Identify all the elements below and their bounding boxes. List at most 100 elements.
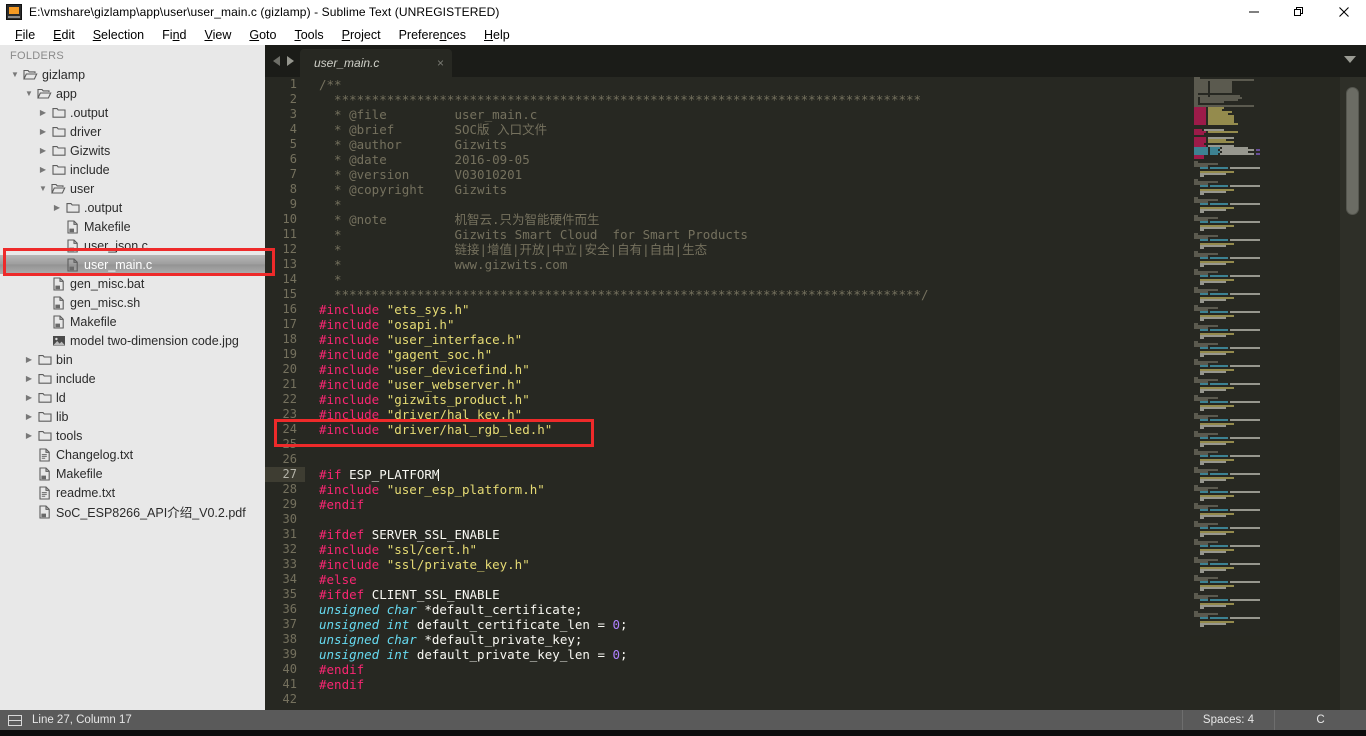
twisty-closed-icon[interactable]: ▶ bbox=[36, 127, 50, 136]
sidebar-item-ld[interactable]: ▶ld bbox=[0, 388, 265, 407]
sidebar-item-gen_misc.bat[interactable]: gen_misc.bat bbox=[0, 274, 265, 293]
tab-label: user_main.c bbox=[314, 56, 379, 70]
sidebar-item-include[interactable]: ▶ include bbox=[0, 160, 265, 179]
menu-item-goto[interactable]: Goto bbox=[240, 27, 285, 43]
minimap[interactable] bbox=[1190, 77, 1340, 710]
twisty-open-icon[interactable]: ▼ bbox=[22, 89, 36, 98]
menu-item-selection[interactable]: Selection bbox=[84, 27, 153, 43]
sidebar-item-SoC_ESP8266_API介绍_V0.2.pdf[interactable]: SoC_ESP8266_API介绍_V0.2.pdf bbox=[0, 502, 265, 521]
menu-item-view[interactable]: View bbox=[195, 27, 240, 43]
sidebar-item-Makefile[interactable]: Makefile bbox=[0, 312, 265, 331]
indent-setting[interactable]: Spaces: 4 bbox=[1182, 710, 1274, 730]
sidebar-item-readme.txt[interactable]: readme.txt bbox=[0, 483, 265, 502]
line-source: #include "user_devicefind.h" bbox=[305, 362, 530, 377]
menu-item-project[interactable]: Project bbox=[333, 27, 390, 43]
sidebar-item-user_json.c[interactable]: user_json.c bbox=[0, 236, 265, 255]
file-text-icon bbox=[36, 486, 53, 500]
twisty-closed-icon[interactable]: ▶ bbox=[22, 412, 36, 421]
token: unsigned int bbox=[319, 617, 417, 632]
tree-item-label: model two-dimension code.jpg bbox=[67, 334, 239, 348]
tree-item-label: include bbox=[67, 163, 110, 177]
line-source: #include "ssl/cert.h" bbox=[305, 542, 477, 557]
twisty-closed-icon[interactable]: ▶ bbox=[22, 355, 36, 364]
twisty-closed-icon[interactable]: ▶ bbox=[22, 374, 36, 383]
line-source: * bbox=[305, 197, 342, 212]
line-source: unsigned int default_certificate_len = 0… bbox=[305, 617, 628, 632]
line-number: 1 bbox=[265, 77, 305, 92]
token: #include bbox=[319, 377, 387, 392]
twisty-open-icon[interactable]: ▼ bbox=[8, 70, 22, 79]
line-number: 42 bbox=[265, 692, 305, 707]
sidebar-item-Gizwits[interactable]: ▶Gizwits bbox=[0, 141, 265, 160]
sidebar-item-gizlamp[interactable]: ▼gizlamp bbox=[0, 65, 265, 84]
line-source: * Gizwits Smart Cloud for Smart Products bbox=[305, 227, 748, 242]
line-number: 17 bbox=[265, 317, 305, 332]
token: #endif bbox=[319, 662, 364, 677]
line-number: 9 bbox=[265, 197, 305, 212]
sidebar-item-user_main.c[interactable]: user_main.c bbox=[0, 255, 265, 274]
sidebar-item-gen_misc.sh[interactable]: gen_misc.sh bbox=[0, 293, 265, 312]
sidebar-item-tools[interactable]: ▶ tools bbox=[0, 426, 265, 445]
line-number: 30 bbox=[265, 512, 305, 527]
sidebar-item-lib[interactable]: ▶lib bbox=[0, 407, 265, 426]
twisty-closed-icon[interactable]: ▶ bbox=[22, 393, 36, 402]
sidebar-item-include[interactable]: ▶ include bbox=[0, 369, 265, 388]
window-controls bbox=[1231, 0, 1366, 24]
sidebar-item-Changelog.txt[interactable]: Changelog.txt bbox=[0, 445, 265, 464]
twisty-closed-icon[interactable]: ▶ bbox=[50, 203, 64, 212]
sidebar-item-Makefile[interactable]: Makefile bbox=[0, 464, 265, 483]
syntax-setting[interactable]: C bbox=[1274, 710, 1366, 730]
line-source bbox=[305, 452, 319, 467]
folder-icon bbox=[50, 163, 67, 176]
sidebar-item-model-two-dimension-code.jpg[interactable]: model two-dimension code.jpg bbox=[0, 331, 265, 350]
sidebar-item-.output[interactable]: ▶.output bbox=[0, 198, 265, 217]
twisty-closed-icon[interactable]: ▶ bbox=[22, 431, 36, 440]
panel-layout-icon[interactable] bbox=[8, 715, 22, 726]
folder-icon bbox=[50, 106, 67, 119]
sidebar-item-app[interactable]: ▼app bbox=[0, 84, 265, 103]
folder-icon bbox=[64, 201, 81, 214]
close-button[interactable] bbox=[1321, 0, 1366, 24]
menu-item-file[interactable]: File bbox=[6, 27, 44, 43]
chevron-down-icon[interactable] bbox=[1344, 56, 1356, 63]
sidebar-item-Makefile[interactable]: Makefile bbox=[0, 217, 265, 236]
vertical-scrollbar[interactable] bbox=[1340, 77, 1366, 710]
tab-user_main-c[interactable]: user_main.c × bbox=[300, 49, 452, 77]
line-source: ****************************************… bbox=[305, 287, 929, 302]
twisty-open-icon[interactable]: ▼ bbox=[36, 184, 50, 193]
sidebar-item-user[interactable]: ▼user bbox=[0, 179, 265, 198]
close-icon[interactable]: × bbox=[413, 57, 444, 69]
line-number: 40 bbox=[265, 662, 305, 677]
minimize-button[interactable] bbox=[1231, 0, 1276, 24]
menu-item-find[interactable]: Find bbox=[153, 27, 195, 43]
line-number: 38 bbox=[265, 632, 305, 647]
menu-item-edit[interactable]: Edit bbox=[44, 27, 84, 43]
line-source: * @author Gizwits bbox=[305, 137, 507, 152]
sidebar-file-tree[interactable]: FOLDERS ▼gizlamp▼app▶.output▶driver▶Gizw… bbox=[0, 45, 265, 710]
folder-icon bbox=[36, 410, 53, 423]
menu-item-help[interactable]: Help bbox=[475, 27, 519, 43]
twisty-closed-icon[interactable]: ▶ bbox=[36, 146, 50, 155]
maximize-button[interactable] bbox=[1276, 0, 1321, 24]
sidebar-item-bin[interactable]: ▶bin bbox=[0, 350, 265, 369]
token: "driver/hal_key.h" bbox=[387, 407, 522, 422]
line-source: * @date 2016-09-05 bbox=[305, 152, 530, 167]
menu-item-preferences[interactable]: Preferences bbox=[390, 27, 475, 43]
twisty-closed-icon[interactable]: ▶ bbox=[36, 108, 50, 117]
token: "gagent_soc.h" bbox=[387, 347, 492, 362]
sidebar-item-driver[interactable]: ▶driver bbox=[0, 122, 265, 141]
scrollbar-thumb[interactable] bbox=[1346, 87, 1359, 215]
status-bar: Line 27, Column 17 Spaces: 4 C bbox=[0, 710, 1366, 730]
line-source: * 链接|增值|开放|中立|安全|自有|自由|生态 bbox=[305, 242, 707, 257]
sublime-text-icon bbox=[6, 4, 22, 20]
twisty-closed-icon[interactable]: ▶ bbox=[36, 165, 50, 174]
token: * @copyright Gizwits bbox=[319, 182, 507, 197]
menu-item-tools[interactable]: Tools bbox=[285, 27, 332, 43]
sidebar-item-.output[interactable]: ▶.output bbox=[0, 103, 265, 122]
next-tab-icon[interactable] bbox=[287, 56, 294, 66]
tree-item-label: tools bbox=[53, 429, 82, 443]
prev-tab-icon[interactable] bbox=[273, 56, 280, 66]
token: unsigned char bbox=[319, 632, 424, 647]
tree-item-label: include bbox=[53, 372, 96, 386]
line-number: 31 bbox=[265, 527, 305, 542]
